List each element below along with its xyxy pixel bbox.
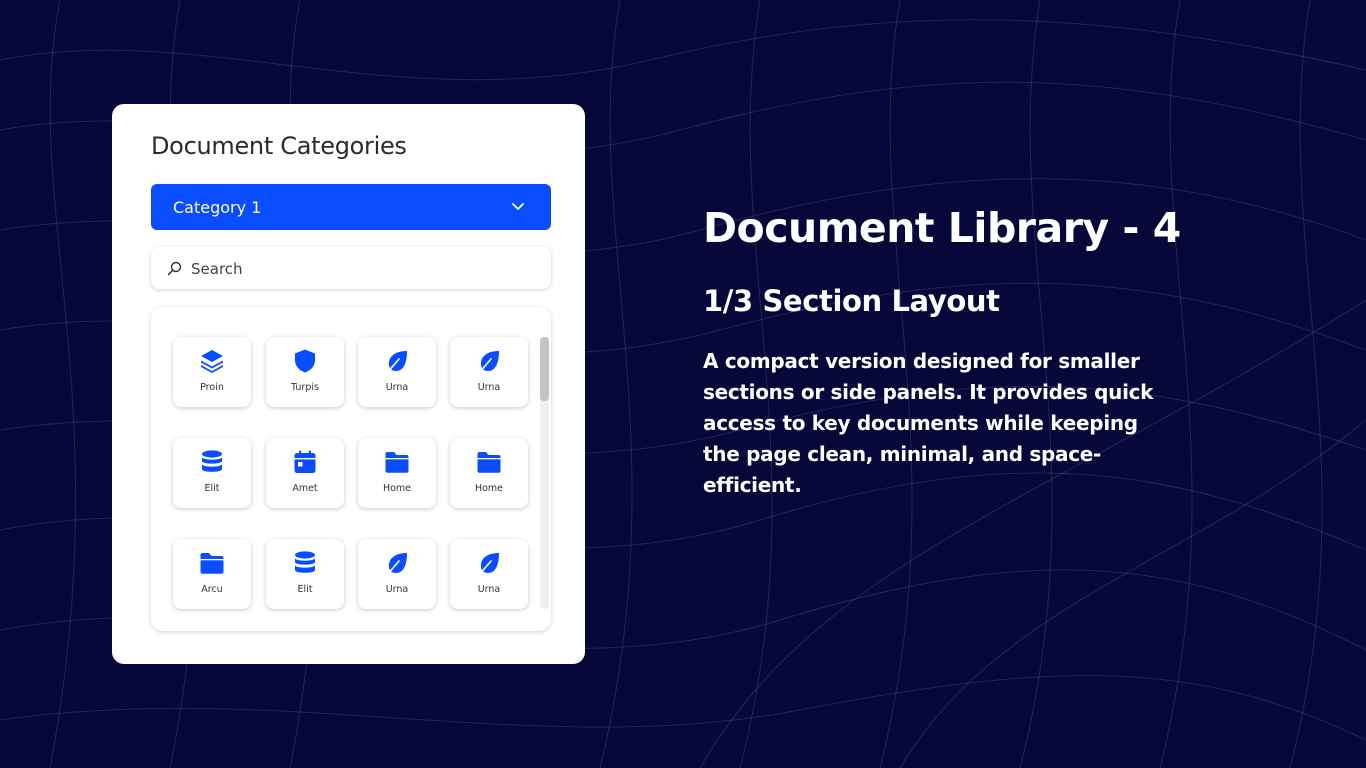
category-tile[interactable]: Elit bbox=[173, 438, 251, 508]
tile-label: Turpis bbox=[291, 382, 319, 393]
shield-icon bbox=[295, 349, 315, 373]
tile-label: Elit bbox=[204, 483, 220, 494]
leaf-icon bbox=[478, 553, 499, 576]
calendar-icon bbox=[294, 450, 316, 473]
category-tile[interactable]: Arcu bbox=[173, 539, 251, 609]
search-icon bbox=[167, 261, 182, 276]
tile-label: Urna bbox=[385, 584, 409, 595]
scrollbar-thumb[interactable] bbox=[540, 337, 549, 401]
tile-label: Proin bbox=[200, 382, 224, 393]
hero-title: Document Library - 4 bbox=[703, 204, 1181, 252]
leaf-icon bbox=[386, 351, 407, 374]
category-tile[interactable]: Urna bbox=[450, 337, 528, 407]
tile-label: Amet bbox=[292, 483, 318, 494]
search-input[interactable] bbox=[189, 257, 533, 281]
chevron-down-icon bbox=[512, 203, 524, 210]
folder-icon bbox=[200, 553, 224, 574]
folder-icon bbox=[477, 452, 501, 473]
tile-label: Urna bbox=[477, 382, 501, 393]
category-dropdown[interactable]: Category 1 bbox=[151, 184, 551, 230]
hero-description: A compact version designed for smaller s… bbox=[703, 349, 1154, 497]
category-tile[interactable]: Elit bbox=[266, 539, 344, 609]
category-tile[interactable]: Amet bbox=[266, 438, 344, 508]
category-tile[interactable]: Urna bbox=[358, 539, 436, 609]
leaf-icon bbox=[386, 553, 407, 576]
tile-label: Elit bbox=[297, 584, 313, 595]
category-tile[interactable]: Home bbox=[450, 438, 528, 508]
category-tile[interactable]: Turpis bbox=[266, 337, 344, 407]
category-tile[interactable]: Urna bbox=[358, 337, 436, 407]
search-box bbox=[151, 247, 551, 289]
layers-icon bbox=[201, 350, 223, 373]
tile-label: Urna bbox=[385, 382, 409, 393]
category-tile[interactable]: Proin bbox=[173, 337, 251, 407]
tile-label: Arcu bbox=[201, 584, 223, 595]
tile-label: Home bbox=[474, 483, 504, 494]
category-tile[interactable]: Home bbox=[358, 438, 436, 508]
tile-label: Urna bbox=[477, 584, 501, 595]
document-categories-card: Document Categories Category 1 Proin Turp… bbox=[112, 104, 585, 664]
hero-subtitle: 1/3 Section Layout bbox=[703, 284, 1000, 318]
category-tile[interactable]: Urna bbox=[450, 539, 528, 609]
tile-label: Home bbox=[382, 483, 412, 494]
category-grid: Proin Turpis Urna Urna Elit Amet Home Home Arcu E… bbox=[151, 307, 551, 631]
category-dropdown-value: Category 1 bbox=[173, 198, 262, 217]
leaf-icon bbox=[478, 351, 499, 374]
folder-icon bbox=[385, 452, 409, 473]
database-icon bbox=[295, 551, 315, 573]
panel-title: Document Categories bbox=[151, 132, 407, 160]
database-icon bbox=[202, 450, 222, 472]
